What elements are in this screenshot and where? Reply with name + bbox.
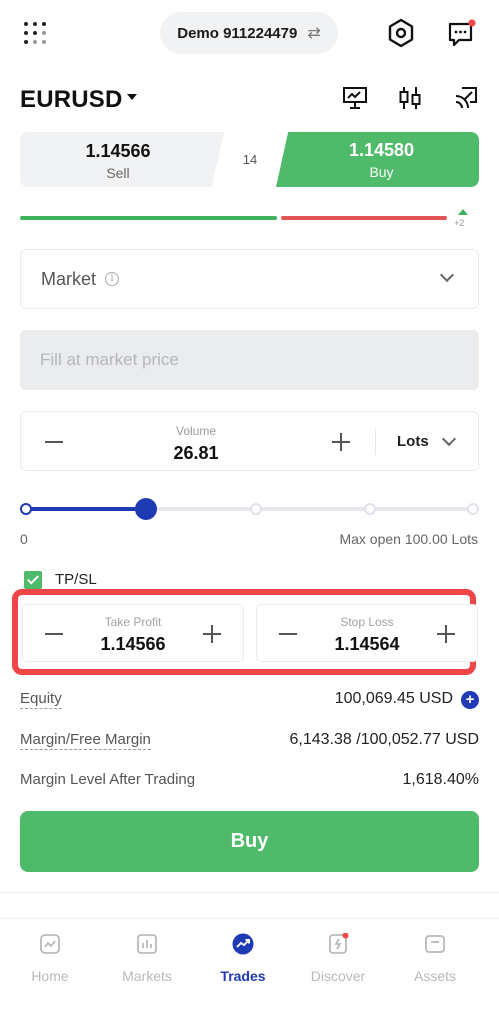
volume-unit-selector[interactable]: Lots [397, 433, 429, 450]
hexagon-settings-icon[interactable] [385, 17, 417, 49]
equity-value: 100,069.45 USD [334, 690, 453, 707]
nav-markets[interactable]: Markets [107, 933, 187, 984]
take-profit-value[interactable]: 1.14566 [23, 634, 243, 655]
take-profit-stepper: Take Profit 1.14566 [22, 604, 244, 662]
sell-price: 1.14566 [85, 141, 151, 161]
deposit-plus-icon[interactable]: + [461, 691, 479, 709]
divider [0, 892, 499, 893]
trades-trend-icon [232, 933, 254, 955]
nav-discover-label: Discover [310, 968, 366, 984]
buy-quote-button[interactable]: 1.14580 Buy [276, 132, 479, 187]
equity-label[interactable]: Equity [20, 690, 62, 709]
assets-wallet-icon [425, 935, 445, 953]
volume-label: Volume [175, 424, 217, 438]
volume-slider-fill [26, 507, 146, 511]
swap-arrows-icon: ⇄ [307, 25, 321, 42]
info-icon[interactable]: i [105, 272, 119, 286]
bottom-navigation: Home Markets Trades Discover Assets [0, 919, 499, 1024]
spread-value: 14 [242, 152, 258, 167]
caret-down-icon[interactable] [127, 94, 137, 100]
grid-dots-icon[interactable] [22, 20, 48, 46]
tpsl-label: TP/SL [55, 571, 97, 588]
take-profit-label: Take Profit [104, 615, 162, 629]
nav-discover[interactable]: Discover [298, 932, 378, 984]
symbol-selector[interactable]: EURUSD [20, 86, 123, 114]
slider-step-100[interactable] [467, 503, 479, 515]
volume-divider [375, 429, 376, 455]
top-bar: Demo 911224479 ⇄ [0, 0, 499, 66]
presentation-chart-icon[interactable] [341, 84, 369, 112]
buy-submit-button[interactable]: Buy [20, 811, 479, 872]
volume-value[interactable]: 26.81 [21, 443, 371, 464]
sell-sentiment-bar [281, 216, 447, 220]
up-triangle-icon [458, 209, 468, 215]
home-chart-icon [40, 934, 60, 954]
margin-level-value: 1,618.40% [402, 771, 479, 788]
slider-step-75[interactable] [364, 503, 376, 515]
volume-slider-thumb[interactable] [135, 498, 157, 520]
volume-stepper: Volume 26.81 Lots [20, 411, 479, 471]
nav-markets-label: Markets [122, 968, 172, 984]
symbol-row: EURUSD [0, 78, 499, 122]
candlestick-icon[interactable] [396, 84, 424, 112]
margin-row: Margin/Free Margin 6,143.38 /100,052.77 … [20, 731, 479, 753]
cast-icon[interactable] [452, 84, 480, 112]
buy-price: 1.14580 [348, 140, 415, 160]
margin-label[interactable]: Margin/Free Margin [20, 731, 151, 750]
nav-trades-label: Trades [220, 968, 266, 984]
margin-level-row: Margin Level After Trading 1,618.40% [20, 771, 479, 793]
chevron-down-icon [441, 431, 457, 447]
price-placeholder: Fill at market price [40, 350, 179, 369]
sell-label: Sell [106, 165, 130, 181]
sentiment-delta: +2 [454, 218, 465, 228]
stop-loss-label: Stop Loss [340, 615, 394, 629]
nav-home[interactable]: Home [10, 933, 90, 984]
nav-assets-label: Assets [413, 968, 456, 984]
stop-loss-stepper: Stop Loss 1.14564 [256, 604, 478, 662]
markets-bars-icon [137, 934, 157, 954]
slider-step-50[interactable] [250, 503, 262, 515]
account-switcher[interactable]: Demo 911224479 ⇄ [160, 12, 338, 54]
buy-sentiment-bar [20, 216, 277, 220]
slider-max-label: Max open 100.00 Lots [339, 531, 478, 547]
nav-assets[interactable]: Assets [395, 933, 475, 984]
slider-min-label: 0 [20, 531, 28, 547]
chat-bubble-icon[interactable] [447, 19, 477, 49]
stop-loss-value[interactable]: 1.14564 [257, 634, 477, 655]
margin-level-label: Margin Level After Trading [20, 771, 196, 788]
tpsl-checkbox[interactable] [24, 571, 42, 589]
slider-step-0[interactable] [20, 503, 32, 515]
nav-trades[interactable]: Trades [203, 933, 283, 984]
buy-label: Buy [369, 164, 394, 180]
order-type-dropdown[interactable]: Market i [20, 249, 479, 309]
price-input: Fill at market price [20, 330, 479, 390]
account-label: Demo 911224479 [177, 24, 298, 42]
chevron-down-icon [439, 267, 455, 283]
order-type-label: Market [41, 269, 97, 289]
margin-value: 6,143.38 /100,052.77 USD [289, 731, 479, 748]
nav-home-label: Home [31, 968, 69, 984]
equity-row: Equity 100,069.45 USD + [20, 690, 479, 712]
sell-quote-button[interactable]: 1.14566 Sell [20, 132, 224, 187]
discover-icon [329, 932, 349, 954]
